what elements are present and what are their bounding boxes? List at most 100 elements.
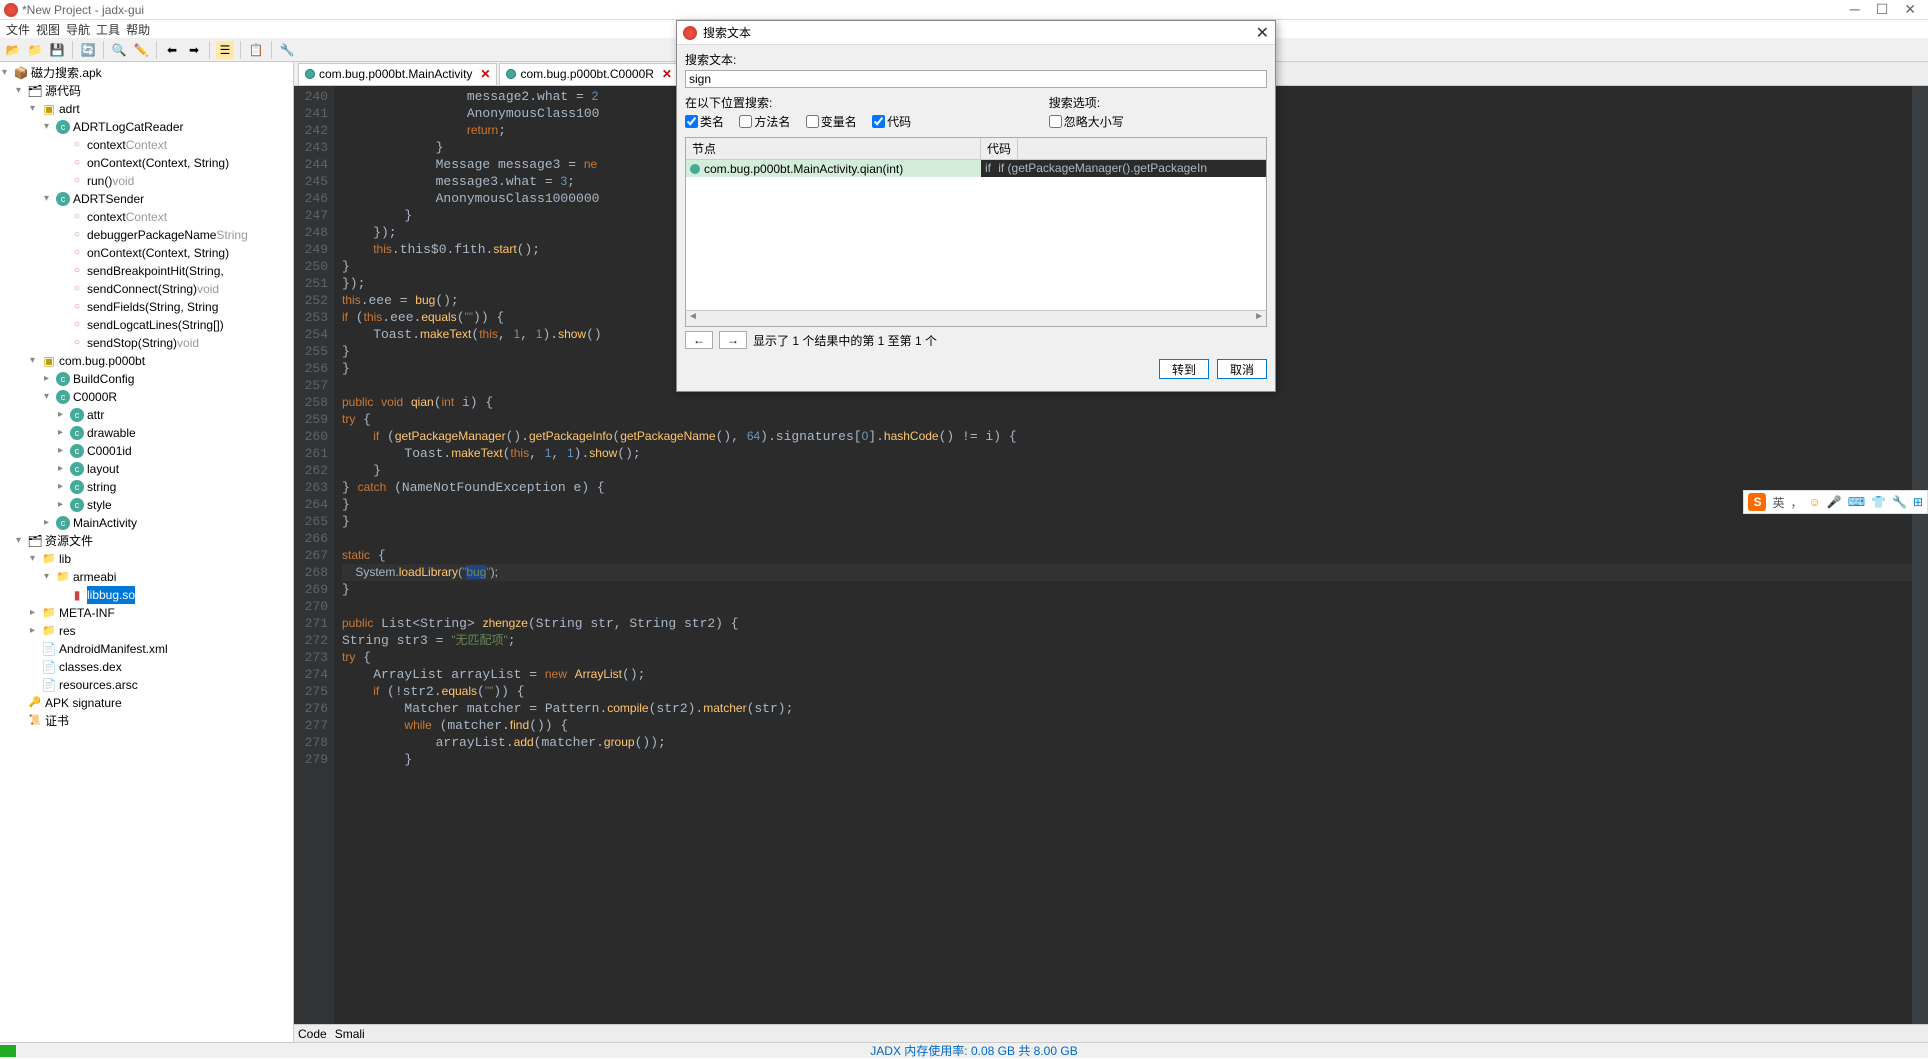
tree-bugpkg[interactable]: com.bug.p000bt	[59, 352, 145, 370]
tree-lib[interactable]: lib	[59, 550, 71, 568]
ime-keyboard-icon[interactable]: ⌨	[1848, 495, 1865, 509]
tree-item[interactable]: drawable	[87, 424, 136, 442]
tree-resources[interactable]: 资源文件	[45, 532, 93, 550]
tree-resourcesarsc[interactable]: resources.arsc	[59, 676, 138, 694]
cb-class[interactable]	[685, 115, 698, 128]
tree-manifest[interactable]: AndroidManifest.xml	[59, 640, 168, 658]
search-dialog: 搜索文本 ✕ 搜索文本: 在以下位置搜索: 类名 方法名 变量名 代码 搜索选项…	[676, 20, 1276, 392]
mem-usage: JADX 内存使用率: 0.08 GB 共 8.00 GB	[870, 1042, 1077, 1059]
tree-item[interactable]: attr	[87, 406, 104, 424]
close-icon[interactable]: ✕	[662, 67, 672, 81]
class-icon	[506, 69, 516, 79]
dialog-titlebar: 搜索文本 ✕	[677, 21, 1275, 45]
horizontal-scrollbar[interactable]	[686, 310, 1266, 326]
window-title: *New Project - jadx-gui	[22, 3, 1850, 17]
project-tree[interactable]: ▾📦磁力搜索.apk ▾🗂源代码 ▾▣adrt ▾cADRTLogCatRead…	[0, 62, 294, 1042]
ime-skin-icon[interactable]: 👕	[1871, 495, 1886, 509]
tree-item[interactable]: sendBreakpointHit(String,	[87, 262, 224, 280]
tree-item[interactable]: layout	[87, 460, 119, 478]
search-input[interactable]	[685, 70, 1267, 88]
sogou-icon[interactable]: S	[1748, 493, 1766, 511]
tree-adrt[interactable]: adrt	[59, 100, 80, 118]
ime-emoji-icon[interactable]: ☺	[1808, 495, 1820, 509]
search-icon[interactable]: 🔍	[110, 41, 128, 59]
menu-file[interactable]: 文件	[6, 21, 30, 38]
status-indicator	[0, 1045, 16, 1057]
forward-icon[interactable]: ➡	[185, 41, 203, 59]
tree-classesdex[interactable]: classes.dex	[59, 658, 122, 676]
settings-icon[interactable]: 🔧	[278, 41, 296, 59]
tree-item[interactable]: sendStop(String)	[87, 334, 177, 352]
tree-apksig[interactable]: APK signature	[45, 694, 122, 712]
tree-armeabi[interactable]: armeabi	[73, 568, 116, 586]
minimize-button[interactable]: ─	[1850, 1, 1860, 18]
cb-var[interactable]	[806, 115, 819, 128]
tree-item[interactable]: BuildConfig	[73, 370, 134, 388]
tree-item[interactable]: style	[87, 496, 112, 514]
tree-item[interactable]: run()	[87, 172, 112, 190]
class-icon	[305, 69, 315, 79]
back-icon[interactable]: ⬅	[163, 41, 181, 59]
result-row[interactable]: com.bug.p000bt.MainActivity.qian(int) if…	[686, 160, 1266, 177]
results-table: 节点 代码 com.bug.p000bt.MainActivity.qian(i…	[685, 137, 1267, 327]
tab-mainactivity[interactable]: com.bug.p000bt.MainActivity✕	[298, 63, 497, 85]
wand-icon[interactable]: ✏️	[132, 41, 150, 59]
prev-button[interactable]: ←	[685, 331, 713, 349]
tree-cert[interactable]: 证书	[45, 712, 69, 730]
tree-libbug[interactable]: libbug.so	[87, 586, 135, 604]
cb-case[interactable]	[1049, 115, 1062, 128]
menu-nav[interactable]: 导航	[66, 21, 90, 38]
menu-tools[interactable]: 工具	[96, 21, 120, 38]
next-button[interactable]: →	[719, 331, 747, 349]
open-file-icon[interactable]: 📂	[4, 41, 22, 59]
tree-metainf[interactable]: META-INF	[59, 604, 115, 622]
tree-item[interactable]: sendFields(String, String	[87, 298, 218, 316]
ime-mic-icon[interactable]: 🎤	[1827, 495, 1842, 509]
col-node[interactable]: 节点	[686, 138, 981, 159]
tree-item[interactable]: MainActivity	[73, 514, 137, 532]
deobf-icon[interactable]: ☰	[216, 41, 234, 59]
ime-toolbar[interactable]: S 英 ， ☺ 🎤 ⌨ 👕 🔧 ⊞	[1743, 490, 1928, 514]
ime-punct-icon[interactable]: ，	[1790, 494, 1802, 511]
tree-res[interactable]: res	[59, 622, 76, 640]
tree-item[interactable]: sendLogcatLines(String[])	[87, 316, 224, 334]
line-gutter: 240 241 242 243 244 245 246 247 248 249 …	[294, 86, 334, 1024]
col-code[interactable]: 代码	[981, 138, 1018, 159]
cb-code[interactable]	[872, 115, 885, 128]
tree-item[interactable]: debuggerPackageName	[87, 226, 216, 244]
close-icon[interactable]: ✕	[480, 67, 490, 81]
tree-item[interactable]: ADRTLogCatReader	[73, 118, 184, 136]
cancel-button[interactable]: 取消	[1217, 359, 1267, 379]
ime-menu-icon[interactable]: ⊞	[1913, 495, 1923, 509]
tree-item[interactable]: onContext(Context, String)	[87, 244, 229, 262]
save-icon[interactable]: 💾	[48, 41, 66, 59]
vertical-scrollbar[interactable]	[1912, 86, 1928, 1024]
ime-lang[interactable]: 英	[1772, 494, 1784, 511]
close-button[interactable]: ✕	[1904, 1, 1916, 18]
maximize-button[interactable]: ☐	[1876, 1, 1889, 18]
tree-item[interactable]: ADRTSender	[73, 190, 144, 208]
tab-c0000r[interactable]: com.bug.p000bt.C0000R✕	[499, 63, 679, 85]
tree-item[interactable]: C0000R	[73, 388, 117, 406]
ime-tool-icon[interactable]: 🔧	[1892, 495, 1907, 509]
tree-item[interactable]: sendConnect(String)	[87, 280, 197, 298]
nav-text: 显示了 1 个结果中的第 1 至第 1 个	[753, 332, 937, 349]
class-icon	[690, 164, 700, 174]
log-icon[interactable]: 📋	[247, 41, 265, 59]
menu-view[interactable]: 视图	[36, 21, 60, 38]
open-folder-icon[interactable]: 📁	[26, 41, 44, 59]
close-icon[interactable]: ✕	[1256, 23, 1269, 43]
tree-item[interactable]: context	[87, 136, 126, 154]
tree-item[interactable]: string	[87, 478, 116, 496]
tab-smali[interactable]: Smali	[335, 1027, 365, 1041]
sync-icon[interactable]: 🔄	[79, 41, 97, 59]
tree-root[interactable]: 磁力搜索.apk	[31, 64, 102, 82]
tree-item[interactable]: C0001id	[87, 442, 132, 460]
tab-code[interactable]: Code	[298, 1027, 327, 1041]
go-button[interactable]: 转到	[1159, 359, 1209, 379]
tree-source[interactable]: 源代码	[45, 82, 81, 100]
menu-help[interactable]: 帮助	[126, 21, 150, 38]
cb-method[interactable]	[739, 115, 752, 128]
tree-item[interactable]: onContext(Context, String)	[87, 154, 229, 172]
tree-item[interactable]: context	[87, 208, 126, 226]
